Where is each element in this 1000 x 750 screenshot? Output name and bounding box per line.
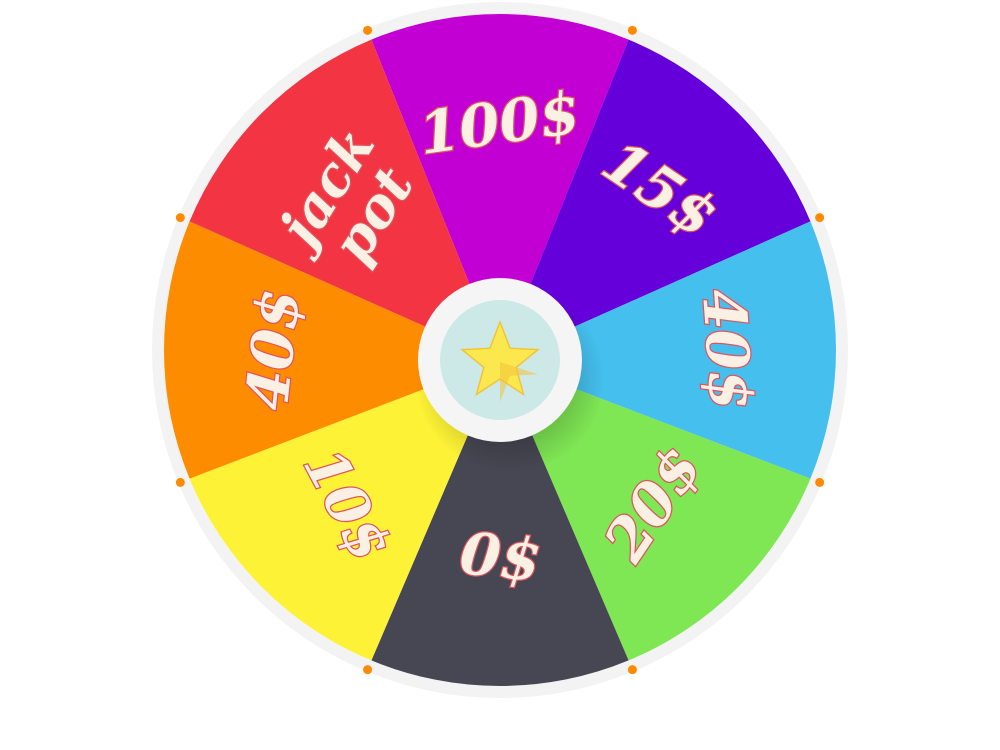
segment-label: 40$ [233,286,313,414]
segment-label: 40$ [689,287,765,413]
wheel-peg [175,477,185,487]
wheel-peg [815,477,825,487]
wheel-peg [175,213,185,223]
prize-wheel[interactable]: 100$15$40$20$0$10$40$jackpot [0,0,1000,750]
wheel-peg [363,665,373,675]
segment-label: 0$ [457,519,544,595]
wheel-peg [363,25,373,35]
wheel-peg [815,213,825,223]
wheel-peg [627,665,637,675]
wheel-peg [627,25,637,35]
